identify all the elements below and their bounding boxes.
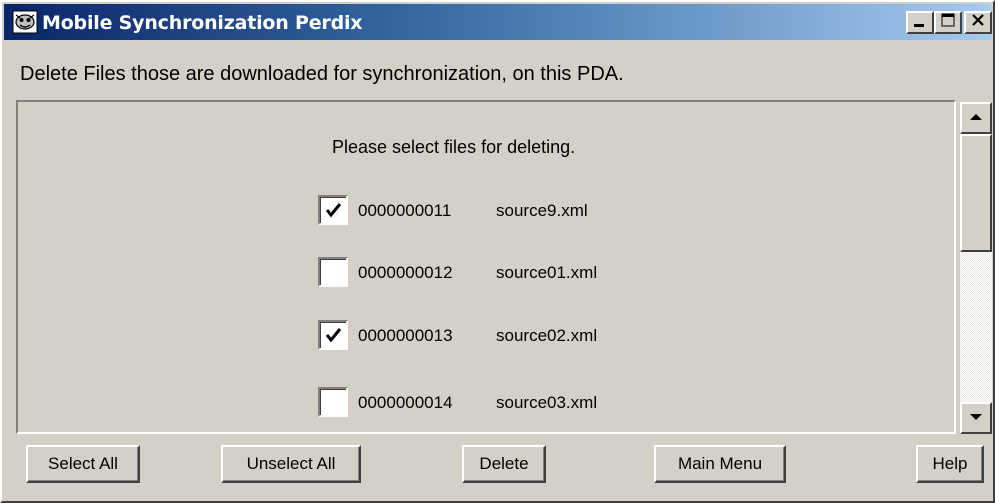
file-checkbox[interactable] [318, 195, 348, 225]
file-id: 0000000012 [358, 263, 453, 282]
window-title: Mobile Synchronization Perdix [42, 12, 363, 34]
maximize-button[interactable] [934, 11, 962, 34]
check-icon [325, 203, 342, 218]
maximize-icon [941, 13, 955, 32]
selection-prompt: Please select files for deleting. [332, 137, 576, 157]
vertical-scrollbar[interactable] [960, 102, 992, 434]
arrow-up-icon [969, 109, 983, 127]
delete-button[interactable]: Delete [462, 445, 546, 483]
file-id: 0000000014 [358, 393, 453, 412]
file-name: source9.xml [496, 201, 588, 220]
title-bar[interactable]: Mobile Synchronization Perdix [4, 4, 992, 40]
app-icon [12, 10, 38, 34]
scroll-down-button[interactable] [960, 402, 992, 434]
help-button[interactable]: Help [916, 445, 984, 483]
file-id: 0000000011 [358, 201, 452, 220]
minimize-icon [913, 14, 927, 32]
file-id: 0000000013 [358, 326, 453, 345]
select-all-button[interactable]: Select All [26, 445, 140, 483]
file-checkbox[interactable] [318, 320, 348, 350]
page-description: Delete Files those are downloaded for sy… [20, 63, 624, 85]
minimize-button[interactable] [906, 11, 934, 34]
check-icon [325, 328, 342, 343]
arrow-down-icon [969, 409, 983, 427]
scroll-up-button[interactable] [960, 102, 992, 134]
file-checkbox[interactable] [318, 257, 348, 287]
scroll-thumb[interactable] [960, 134, 992, 252]
file-name: source03.xml [496, 393, 598, 412]
file-name: source02.xml [496, 326, 598, 345]
close-button[interactable] [964, 11, 992, 34]
file-name: source01.xml [496, 263, 598, 282]
app-window: Mobile Synchronization Perdix Delete Fil… [0, 0, 995, 503]
close-icon [971, 13, 985, 32]
file-checkbox[interactable] [318, 387, 348, 417]
main-menu-button[interactable]: Main Menu [654, 445, 786, 483]
unselect-all-button[interactable]: Unselect All [221, 445, 361, 483]
